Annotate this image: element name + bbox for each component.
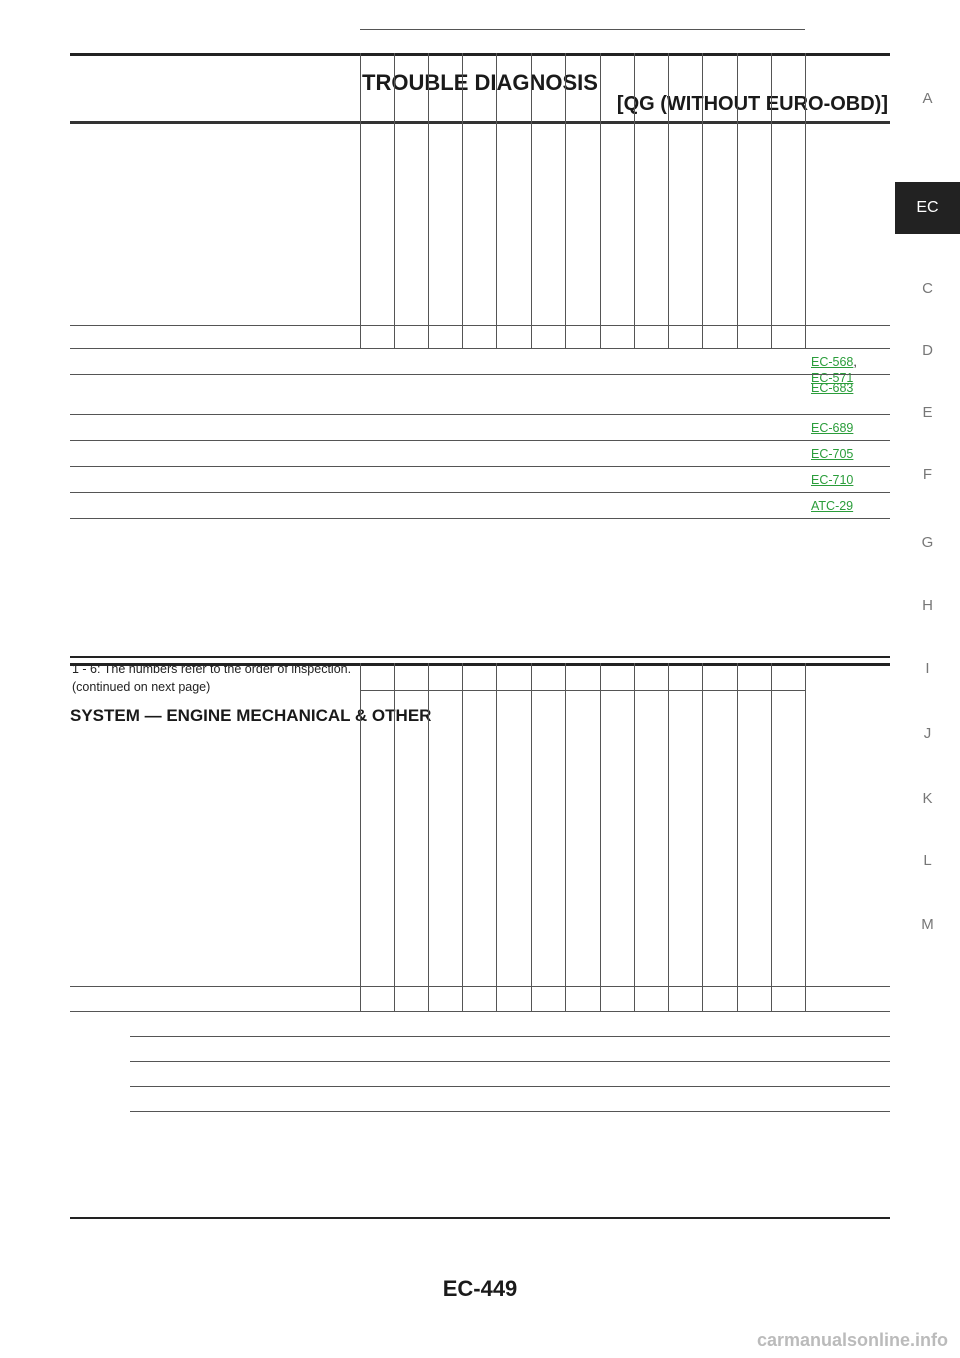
col-divider bbox=[668, 53, 669, 348]
col-divider bbox=[394, 663, 395, 1011]
col-divider bbox=[394, 53, 395, 348]
reference-link-cell: EC-689 bbox=[811, 421, 853, 435]
col-divider bbox=[634, 663, 635, 1011]
page-subtitle: [QG (WITHOUT EURO-OBD)] bbox=[616, 93, 888, 115]
side-index-letter: I bbox=[925, 660, 930, 677]
side-index-letter: E bbox=[922, 404, 933, 421]
col-divider bbox=[462, 663, 463, 1011]
col-divider bbox=[634, 53, 635, 348]
row-rule bbox=[70, 466, 890, 467]
codes-rule bbox=[70, 348, 890, 349]
side-tab-active: EC bbox=[895, 182, 960, 234]
side-index-letter: K bbox=[922, 790, 933, 807]
side-index-letter: H bbox=[922, 597, 933, 614]
section-title: SYSTEM — ENGINE MECHANICAL & OTHER bbox=[70, 706, 432, 725]
row-rule bbox=[130, 1086, 890, 1087]
header-bottom-rule bbox=[70, 325, 890, 326]
row-rule bbox=[70, 440, 890, 441]
col-divider bbox=[565, 53, 566, 348]
col-divider bbox=[496, 663, 497, 1011]
row-rule bbox=[130, 1061, 890, 1062]
table-top-rule bbox=[70, 53, 890, 56]
col-divider bbox=[531, 663, 532, 1011]
col-divider bbox=[600, 663, 601, 1011]
row-rule bbox=[130, 1036, 890, 1037]
header-rule bbox=[70, 121, 890, 124]
col-divider bbox=[702, 663, 703, 1011]
table-top-rule bbox=[70, 663, 890, 666]
side-index-letter: D bbox=[922, 342, 933, 359]
table-bottom-rule bbox=[70, 656, 890, 658]
col-divider bbox=[462, 53, 463, 348]
col-divider bbox=[737, 663, 738, 1011]
reference-link[interactable]: EC-568 bbox=[811, 355, 853, 369]
col-divider bbox=[428, 53, 429, 348]
side-index-letter: G bbox=[921, 534, 934, 551]
col-divider bbox=[428, 663, 429, 1011]
col-divider bbox=[531, 53, 532, 348]
side-index-letter: M bbox=[921, 916, 934, 933]
table-bottom-rule bbox=[70, 1217, 890, 1219]
row-rule bbox=[70, 518, 890, 519]
reference-link[interactable]: EC-683 bbox=[811, 381, 853, 395]
reference-link[interactable]: ATC-29 bbox=[811, 499, 853, 513]
col-divider bbox=[496, 53, 497, 348]
side-index-letter: C bbox=[922, 280, 933, 297]
reference-link-cell: EC-683 bbox=[811, 381, 853, 395]
side-index-letter: A bbox=[922, 90, 933, 107]
side-index-letter: L bbox=[923, 852, 932, 869]
reference-link-cell: EC-568, bbox=[811, 355, 857, 369]
col-divider bbox=[702, 53, 703, 348]
side-index-letter: J bbox=[923, 725, 932, 742]
codes-rule bbox=[70, 1011, 890, 1012]
reference-link-cell: ATC-29 bbox=[811, 499, 853, 513]
col-divider bbox=[805, 663, 806, 1011]
col-divider bbox=[668, 663, 669, 1011]
reference-link[interactable]: EC-689 bbox=[811, 421, 853, 435]
page-number: EC-449 bbox=[442, 1276, 518, 1301]
col-divider bbox=[737, 53, 738, 348]
col-divider bbox=[771, 53, 772, 348]
reference-link[interactable]: EC-705 bbox=[811, 447, 853, 461]
watermark: carmanualsonline.info bbox=[756, 1330, 948, 1350]
col-divider bbox=[565, 663, 566, 1011]
reference-link-cell: EC-705 bbox=[811, 447, 853, 461]
row-rule bbox=[70, 414, 890, 415]
side-index: A EC C D E F G H I J K L M bbox=[895, 0, 960, 1358]
col-divider bbox=[771, 663, 772, 1011]
row-rule bbox=[130, 1111, 890, 1112]
reference-link[interactable]: EC-710 bbox=[811, 473, 853, 487]
row-rule bbox=[70, 374, 890, 375]
header-bottom-rule bbox=[70, 986, 890, 987]
continued-note: (continued on next page) bbox=[72, 680, 211, 694]
col-divider bbox=[360, 53, 361, 348]
row-rule bbox=[70, 492, 890, 493]
symptom-rule bbox=[360, 29, 805, 30]
col-divider bbox=[805, 53, 806, 348]
col-divider bbox=[360, 663, 361, 1011]
reference-link-cell: EC-710 bbox=[811, 473, 853, 487]
col-divider bbox=[600, 53, 601, 348]
symptom-rule bbox=[360, 690, 805, 691]
side-index-letter: F bbox=[922, 466, 933, 483]
